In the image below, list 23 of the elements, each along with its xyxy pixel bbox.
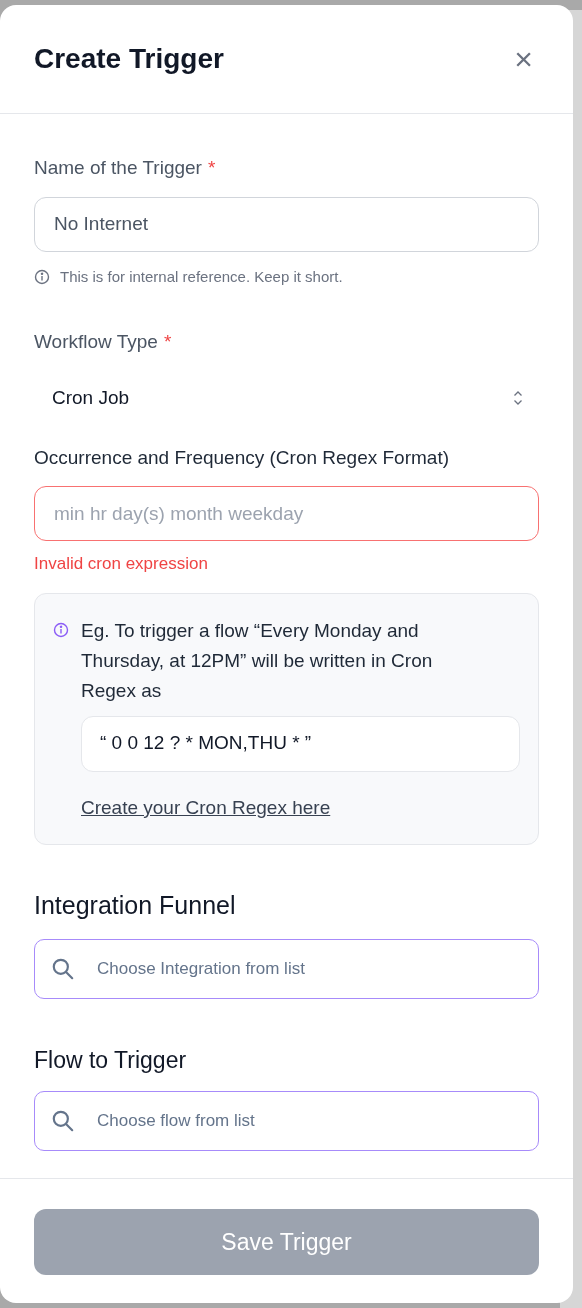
- flow-search-field[interactable]: Choose flow from list: [34, 1091, 539, 1151]
- field-label: Occurrence and Frequency (Cron Regex Format): [34, 445, 450, 470]
- section-title: Flow to Trigger: [34, 1045, 188, 1075]
- error-text: Invalid cron expression: [34, 553, 209, 575]
- search-icon: [50, 1108, 76, 1134]
- cron-field[interactable]: min hr day(s) month weekday: [34, 486, 539, 541]
- info-icon: [53, 621, 69, 638]
- section-title: Integration Funnel: [34, 890, 237, 921]
- field-label: Workflow Type: [34, 330, 158, 354]
- workflow-type-select[interactable]: Cron Job: [34, 370, 539, 426]
- code-example: “ 0 0 12 ? * MON,THU * ”: [81, 715, 520, 772]
- integration-search-field[interactable]: Choose Integration from list: [34, 938, 539, 999]
- dialog-title: Create Trigger: [34, 42, 224, 76]
- hint-text: This is for internal reference. Keep it short.: [60, 266, 343, 287]
- name-field[interactable]: No Internet: [34, 196, 539, 252]
- cron-link[interactable]: Create your Cron Regex here: [81, 793, 520, 822]
- example-text: Eg. To trigger a flow “Every Monday and Thursday, at 12PM” will be written in Cron Regex as: [81, 618, 434, 703]
- info-icon: [34, 268, 50, 285]
- chevron-up-down-icon: [513, 389, 523, 407]
- required-mark: *: [163, 330, 172, 354]
- field-label: Name of the Trigger: [34, 156, 202, 180]
- required-mark: *: [207, 156, 216, 180]
- close-button[interactable]: ×: [514, 43, 533, 75]
